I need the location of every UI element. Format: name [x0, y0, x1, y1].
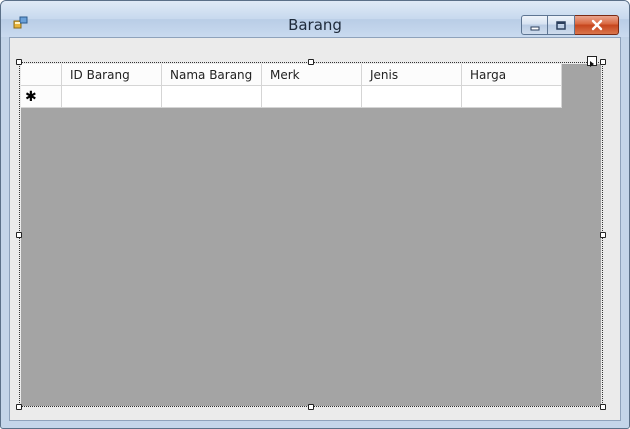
data-grid-view[interactable]: ID Barang Nama Barang Merk Jenis Harga ✱	[21, 64, 601, 406]
title-bar[interactable]: Barang	[1, 1, 629, 37]
close-button[interactable]	[575, 15, 619, 35]
resize-handle-top-right[interactable]	[600, 59, 606, 65]
smart-tag-button[interactable]	[587, 56, 597, 67]
smart-tag-arrow-icon	[589, 52, 595, 71]
column-header-nama-barang[interactable]: Nama Barang	[162, 64, 262, 86]
resize-handle-left[interactable]	[16, 232, 22, 238]
caption-buttons	[521, 15, 619, 35]
new-row-marker[interactable]: ✱	[21, 86, 62, 108]
resize-handle-bottom-right[interactable]	[600, 404, 606, 410]
column-header-harga[interactable]: Harga	[462, 64, 562, 86]
cell-harga[interactable]	[462, 86, 562, 108]
resize-handle-top[interactable]	[308, 59, 314, 65]
resize-handle-top-left[interactable]	[16, 59, 22, 65]
close-icon	[590, 16, 604, 35]
minimize-button[interactable]	[521, 15, 548, 35]
grid-header-row: ID Barang Nama Barang Merk Jenis Harga	[21, 64, 562, 86]
resize-handle-bottom-left[interactable]	[16, 404, 22, 410]
grid-corner-header[interactable]	[21, 64, 62, 86]
cell-merk[interactable]	[262, 86, 362, 108]
cell-jenis[interactable]	[362, 86, 462, 108]
column-header-id-barang[interactable]: ID Barang	[62, 64, 162, 86]
resize-handle-bottom[interactable]	[308, 404, 314, 410]
cell-id-barang[interactable]	[62, 86, 162, 108]
minimize-icon	[529, 16, 541, 35]
column-header-jenis[interactable]: Jenis	[362, 64, 462, 86]
column-header-merk[interactable]: Merk	[262, 64, 362, 86]
maximize-button[interactable]	[548, 15, 575, 35]
table-row: ✱	[21, 86, 562, 108]
maximize-icon	[555, 16, 567, 35]
cell-nama-barang[interactable]	[162, 86, 262, 108]
resize-handle-right[interactable]	[600, 232, 606, 238]
